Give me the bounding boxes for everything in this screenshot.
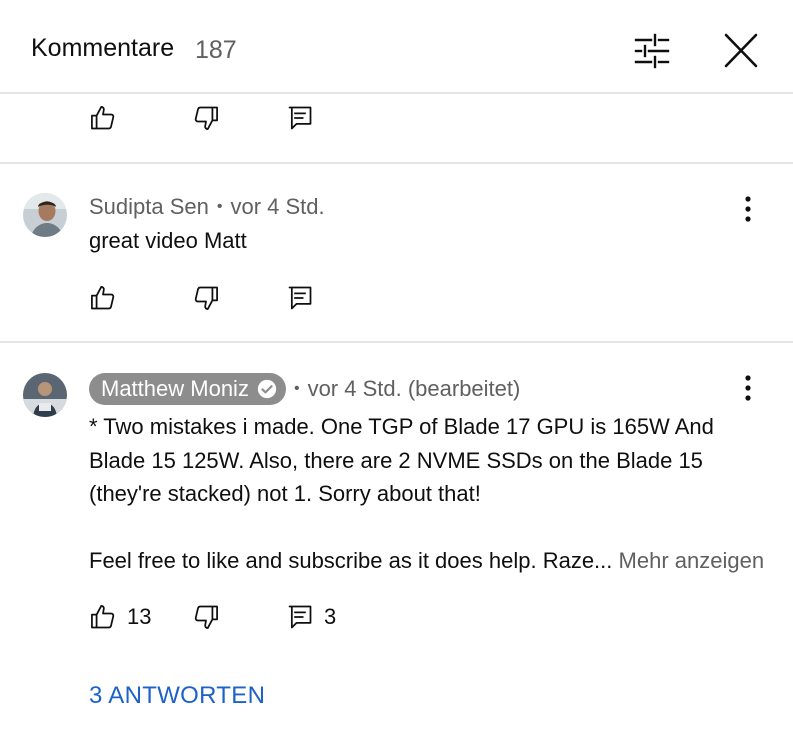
- comment-menu-button[interactable]: [736, 373, 760, 403]
- avatar[interactable]: [23, 193, 67, 237]
- comment-line: Blade 15 125W. Also, there are 2 NVME SS…: [89, 447, 703, 473]
- like-button[interactable]: [89, 104, 117, 132]
- show-more-link[interactable]: Mehr anzeigen: [619, 548, 765, 573]
- thumb-down-icon: [194, 605, 218, 629]
- comment-line: Feel free to like and subscribe as it do…: [89, 548, 613, 573]
- dislike-button[interactable]: [192, 284, 220, 312]
- author-name: Matthew Moniz: [101, 376, 249, 401]
- comment-time: vor 4 Std.: [230, 194, 325, 219]
- comment-text: great video Matt: [89, 228, 247, 253]
- tune-icon: [634, 33, 670, 69]
- reply-count: 3: [324, 604, 337, 629]
- comment-line: * Two mistakes i made. One TGP of Blade …: [89, 414, 714, 439]
- close-icon: [724, 33, 758, 68]
- dislike-button[interactable]: [192, 104, 220, 132]
- comment-line: [89, 511, 764, 545]
- avatar-image: [23, 193, 67, 237]
- avatar[interactable]: [23, 373, 67, 417]
- like-button[interactable]: [89, 284, 117, 312]
- like-button[interactable]: 13: [89, 603, 151, 631]
- comment-count: 187: [195, 36, 237, 64]
- thumb-up-icon: [91, 286, 115, 310]
- separator-dot: •: [216, 198, 223, 215]
- reply-button[interactable]: [286, 104, 314, 132]
- comment-text: * Two mistakes i made. One TGP of Blade …: [89, 410, 764, 578]
- thumb-up-icon: [91, 106, 115, 130]
- verified-check-icon: [257, 379, 277, 399]
- comment-icon: [288, 106, 312, 130]
- thumb-down-icon: [194, 106, 218, 130]
- avatar-image: [23, 373, 67, 417]
- comment-icon: [288, 605, 312, 629]
- thumb-down-icon: [194, 286, 218, 310]
- thumb-up-icon: [91, 605, 115, 629]
- more-vert-icon: [745, 375, 751, 401]
- author-name[interactable]: Sudipta Sen: [89, 194, 209, 220]
- divider: [0, 341, 793, 343]
- reply-button[interactable]: 3: [286, 603, 336, 631]
- comment-time: vor 4 Std. (bearbeitet): [307, 376, 521, 401]
- more-vert-icon: [745, 196, 751, 222]
- author-chip[interactable]: Matthew Moniz: [89, 373, 286, 405]
- separator-dot: •: [293, 380, 300, 397]
- like-count: 13: [127, 604, 152, 629]
- reply-button[interactable]: [286, 284, 314, 312]
- comment-icon: [288, 286, 312, 310]
- close-button[interactable]: [718, 30, 764, 72]
- comment-meta: Sudipta Sen • vor 4 Std.: [89, 194, 325, 220]
- comments-header: Kommentare 187: [0, 0, 793, 94]
- view-replies-button[interactable]: 3 ANTWORTEN: [89, 682, 265, 710]
- page-title: Kommentare: [31, 34, 175, 62]
- comment-line: (they're stacked) not 1. Sorry about tha…: [89, 481, 481, 506]
- comment-meta: Matthew Moniz • vor 4 Std. (bearbeitet): [89, 373, 520, 405]
- comment-menu-button[interactable]: [736, 194, 760, 224]
- sort-filter-button[interactable]: [628, 30, 676, 72]
- dislike-button[interactable]: [192, 603, 220, 631]
- divider: [0, 162, 793, 164]
- comment-line-last: Feel free to like and subscribe as it do…: [89, 544, 764, 578]
